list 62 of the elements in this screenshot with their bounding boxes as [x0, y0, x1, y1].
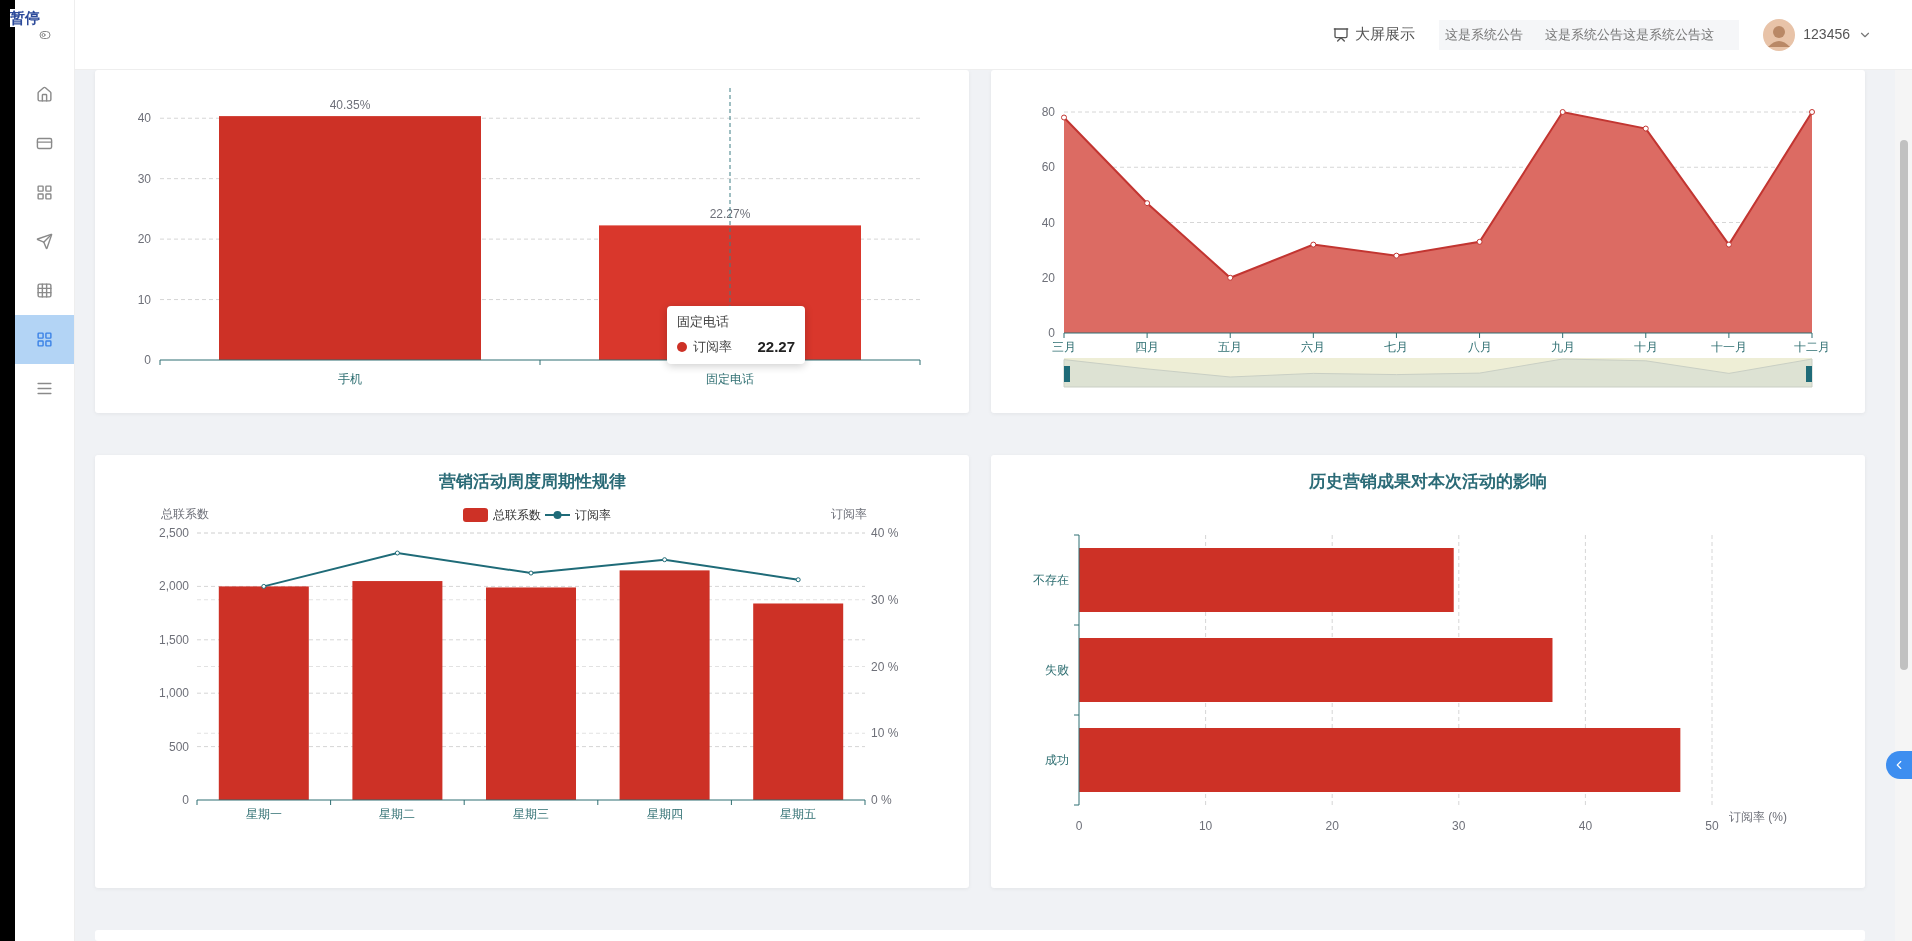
- axis-category-label: 星期四: [646, 807, 683, 821]
- axis-category-label: 星期一: [245, 807, 282, 821]
- tooltip-title: 固定电话: [677, 313, 730, 331]
- y-axis-title: 总联系数: [161, 507, 209, 521]
- axis-tick-label: 40: [137, 111, 151, 126]
- axis-tick-label: 30: [137, 171, 151, 186]
- axis-category-label: 十月: [1633, 340, 1658, 354]
- axis-tick-label: 40: [1578, 819, 1593, 833]
- axis-tick-label: 0: [1075, 819, 1083, 833]
- axis-category-label: 八月: [1467, 340, 1492, 354]
- axis-category-label: 十二月: [1794, 340, 1830, 354]
- y-axis-title: 订阅率: [831, 507, 867, 521]
- axis-category-label: 星期二: [379, 807, 416, 821]
- axis-tick-label: 20 %: [871, 659, 899, 674]
- axis-tick-label: 40 %: [871, 526, 899, 540]
- legend-label: 订阅率: [575, 508, 611, 522]
- axis-tick-label: 0 %: [871, 793, 892, 807]
- axis-tick-label: 0: [1048, 326, 1055, 340]
- axis-tick-label: 40: [1041, 215, 1055, 230]
- axis-tick-label: 0: [182, 793, 189, 807]
- axis-category-label: 四月: [1135, 340, 1160, 354]
- axis-category-label: 成功: [1045, 753, 1069, 767]
- axis-tick-label: 1,000: [158, 686, 189, 701]
- axis-category-label: 星期三: [513, 807, 549, 821]
- axis-category-label: 五月: [1218, 340, 1243, 354]
- axis-tick-label: 2,000: [158, 579, 189, 594]
- bar-value-label: 40.35%: [329, 98, 371, 113]
- axis-tick-label: 1,500: [158, 632, 189, 647]
- x-axis-title: 订阅率 (%): [1729, 810, 1787, 824]
- axis-category-label: 九月: [1550, 340, 1575, 354]
- axis-tick-label: 0: [144, 353, 151, 367]
- axis-category-label: 不存在: [1033, 573, 1069, 587]
- axis-tick-label: 10: [1198, 819, 1213, 833]
- legend-label: 总联系数: [493, 508, 541, 522]
- bar-value-label: 22.27%: [709, 207, 751, 222]
- notice-text: 这是系统公告这是系统公告这: [1545, 25, 1715, 44]
- axis-tick-label: 2,500: [158, 526, 189, 540]
- axis-category-label: 七月: [1384, 340, 1409, 354]
- axis-tick-label: 10 %: [871, 726, 899, 741]
- tooltip-series: 订阅率: [693, 338, 732, 356]
- pause-label: 暂停: [10, 9, 40, 27]
- chart-title: 历史营销成果对本次活动的影响: [1309, 472, 1547, 491]
- axis-category-label: 手机: [338, 372, 362, 386]
- axis-category-label: 三月: [1052, 340, 1076, 354]
- axis-tick-label: 10: [137, 292, 151, 307]
- axis-tick-label: 20: [1041, 270, 1055, 285]
- axis-tick-label: 50: [1705, 819, 1719, 833]
- axis-tick-label: 20: [1325, 819, 1339, 833]
- axis-category-label: 失败: [1045, 663, 1069, 677]
- tooltip-value: 22.27: [757, 336, 795, 357]
- axis-category-label: 星期五: [780, 807, 817, 821]
- axis-tick-label: 500: [168, 739, 189, 754]
- axis-tick-label: 80: [1041, 105, 1055, 119]
- axis-category-label: 十一月: [1710, 340, 1747, 354]
- axis-tick-label: 30: [1452, 819, 1466, 833]
- axis-category-label: 六月: [1301, 340, 1326, 354]
- axis-category-label: 固定电话: [706, 372, 754, 386]
- axis-tick-label: 30 %: [871, 592, 899, 607]
- chart-title: 营销活动周度周期性规律: [438, 472, 626, 491]
- axis-tick-label: 60: [1041, 160, 1055, 175]
- notice-text: 这是系统公告: [1445, 25, 1524, 44]
- axis-tick-label: 20: [137, 232, 151, 247]
